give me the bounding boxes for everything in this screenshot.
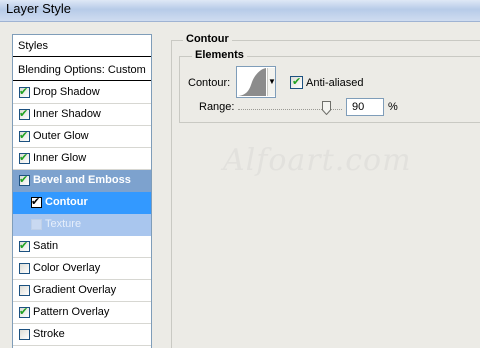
style-item-label: Bevel and Emboss: [33, 174, 131, 186]
style-item-label: Pattern Overlay: [33, 306, 110, 318]
style-item-label: Gradient Overlay: [33, 284, 117, 296]
texture-checkbox[interactable]: [31, 219, 42, 230]
gradient-overlay-checkbox[interactable]: [19, 285, 30, 296]
drop-shadow-checkbox[interactable]: ✔: [19, 86, 30, 98]
style-item-bevel-and-emboss[interactable]: ✔ Bevel and Emboss: [13, 170, 151, 192]
check-icon: ✔: [19, 174, 29, 186]
style-item-label: Inner Glow: [33, 152, 87, 164]
style-item-satin[interactable]: ✔ Satin: [13, 236, 151, 258]
color-overlay-checkbox[interactable]: [19, 263, 30, 274]
range-label: Range:: [199, 101, 235, 113]
stroke-checkbox[interactable]: [19, 329, 30, 340]
style-item-outer-glow[interactable]: ✔ Outer Glow: [13, 126, 151, 148]
watermark: Alfoart.com: [223, 143, 412, 178]
title-bar: Layer Style: [0, 0, 480, 22]
style-item-label: Drop Shadow: [33, 86, 100, 98]
style-item-contour[interactable]: ✔ Contour: [13, 192, 151, 214]
check-icon: ✔: [292, 76, 302, 88]
contour-label: Contour:: [188, 77, 231, 89]
contour-picker[interactable]: ▼: [236, 66, 276, 98]
check-icon: ✔: [31, 196, 41, 208]
blending-options-item[interactable]: Blending Options: Custom: [13, 59, 151, 81]
style-item-inner-glow[interactable]: ✔ Inner Glow: [13, 148, 151, 170]
elements-group-title: Elements: [192, 49, 247, 61]
window-title: Layer Style: [6, 1, 72, 16]
chevron-down-icon: ▼: [268, 77, 276, 86]
style-item-gradient-overlay[interactable]: Gradient Overlay: [13, 280, 151, 302]
contour-checkbox[interactable]: ✔: [31, 196, 42, 208]
style-item-color-overlay[interactable]: Color Overlay: [13, 258, 151, 280]
contour-dropdown-button[interactable]: ▼: [267, 68, 276, 96]
style-item-label: Color Overlay: [33, 262, 101, 274]
styles-panel: Styles Blending Options: Custom ✔ Drop S…: [12, 34, 152, 348]
style-item-label: Texture: [45, 218, 82, 230]
check-icon: ✔: [19, 240, 29, 252]
style-item-texture[interactable]: Texture: [13, 214, 151, 236]
style-item-label: Inner Shadow: [33, 108, 101, 120]
contour-group-title: Contour: [183, 33, 232, 45]
pattern-overlay-checkbox[interactable]: ✔: [19, 306, 30, 318]
anti-aliased-label: Anti-aliased: [306, 77, 364, 89]
contour-curve-icon[interactable]: [238, 68, 266, 96]
style-item-label: Outer Glow: [33, 130, 89, 142]
style-item-inner-shadow[interactable]: ✔ Inner Shadow: [13, 104, 151, 126]
inner-shadow-checkbox[interactable]: ✔: [19, 108, 30, 120]
style-item-drop-shadow[interactable]: ✔ Drop Shadow: [13, 82, 151, 104]
styles-header[interactable]: Styles: [13, 35, 151, 57]
anti-aliased-checkbox[interactable]: ✔: [290, 76, 303, 89]
styles-list: ✔ Drop Shadow ✔ Inner Shadow ✔ Outer Glo…: [13, 82, 151, 346]
style-item-label: Stroke: [33, 328, 65, 340]
range-unit: %: [388, 101, 398, 113]
check-icon: ✔: [19, 108, 29, 120]
check-icon: ✔: [19, 130, 29, 142]
style-item-stroke[interactable]: Stroke: [13, 324, 151, 346]
check-icon: ✔: [19, 306, 29, 318]
range-slider-thumb[interactable]: [322, 101, 331, 116]
style-item-pattern-overlay[interactable]: ✔ Pattern Overlay: [13, 302, 151, 324]
range-input[interactable]: 90: [346, 98, 384, 116]
satin-checkbox[interactable]: ✔: [19, 240, 30, 252]
style-item-label: Contour: [45, 196, 88, 208]
bevel-and-emboss-checkbox[interactable]: ✔: [19, 174, 30, 186]
style-item-label: Satin: [33, 240, 59, 252]
outer-glow-checkbox[interactable]: ✔: [19, 130, 30, 142]
check-icon: ✔: [19, 86, 29, 98]
inner-glow-checkbox[interactable]: ✔: [19, 152, 30, 164]
check-icon: ✔: [19, 152, 29, 164]
